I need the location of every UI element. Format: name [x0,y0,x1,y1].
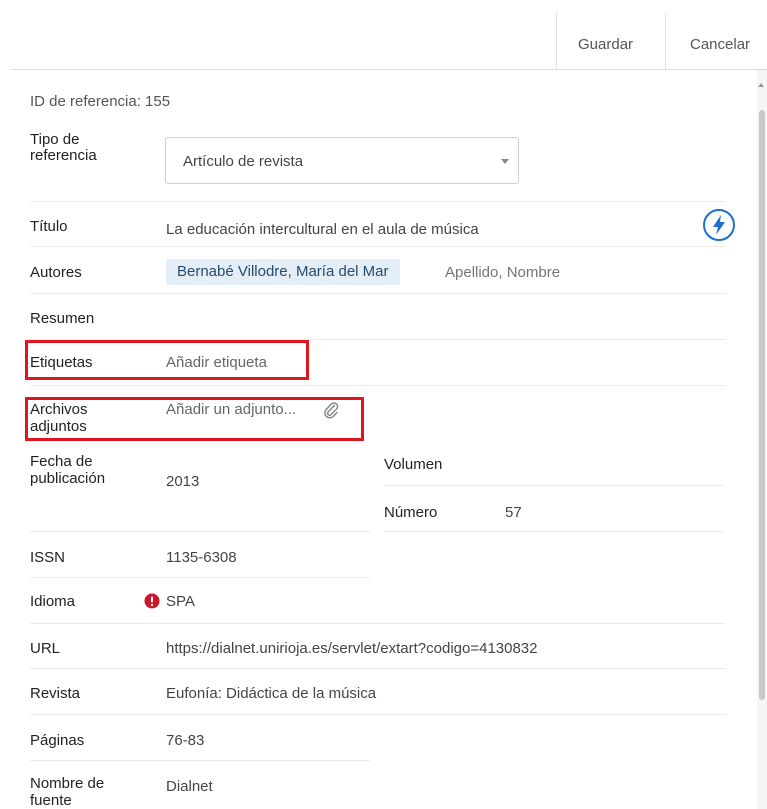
attachments-highlight-box [25,397,364,441]
date-label-line2: publicación [30,470,106,487]
abstract-label: Resumen [30,310,95,327]
language-value[interactable]: SPA [166,594,195,609]
exclamation-circle-icon[interactable] [144,593,160,609]
title-label: Título [30,218,68,235]
scroll-up-arrow-icon[interactable] [758,83,764,87]
date-label-line1: Fecha de [30,453,93,470]
type-label-line2: referencia [30,147,97,164]
issn-value[interactable]: 1135-6308 [166,550,237,565]
save-button[interactable]: Guardar [578,36,633,53]
date-value[interactable]: 2013 [166,474,199,489]
reference-type-value: Artículo de revista [183,153,304,170]
volume-label: Volumen [384,456,443,473]
url-label: URL [30,640,61,657]
row-divider [30,714,726,715]
source-value[interactable]: Dialnet [166,779,213,794]
url-value[interactable]: https://dialnet.unirioja.es/servlet/exta… [166,641,538,656]
row-divider [384,485,724,486]
scrollbar-thumb[interactable] [759,110,765,700]
issn-label: ISSN [30,549,66,566]
toolbar-separator [556,12,557,70]
source-label-line2: fuente [30,792,72,809]
lightning-bolt-icon[interactable] [702,208,736,242]
title-value[interactable]: La educación intercultural en el aula de… [166,222,479,237]
authors-label: Autores [30,264,82,281]
toolbar-divider [10,69,767,70]
row-divider [30,577,370,578]
journal-value[interactable]: Eufonía: Didáctica de la música [166,686,376,701]
author-input[interactable] [445,264,645,281]
row-divider [30,760,370,761]
type-label-line1: Tipo de [30,131,80,148]
reference-id: ID de referencia: 155 [30,93,171,110]
row-divider [30,385,726,386]
tags-highlight-box [25,340,309,380]
journal-label: Revista [30,685,81,702]
row-divider [384,531,724,532]
row-divider [30,201,726,202]
language-label: Idioma [30,593,76,610]
toolbar-separator [665,12,666,70]
issue-label: Número [384,504,438,521]
row-divider [30,668,726,669]
pages-label: Páginas [30,732,85,749]
author-chip[interactable]: Bernabé Villodre, María del Mar [166,259,400,285]
source-label-line1: Nombre de [30,775,105,792]
pages-value[interactable]: 76-83 [166,733,204,748]
reference-type-select[interactable]: Artículo de revista [165,137,519,184]
row-divider [30,623,726,624]
chevron-down-icon [501,159,509,164]
top-toolbar: Guardar Cancelar [0,0,767,70]
row-divider [30,293,726,294]
row-divider [30,531,370,532]
row-divider [30,246,726,247]
issue-value[interactable]: 57 [505,505,522,520]
cancel-button[interactable]: Cancelar [690,36,750,53]
